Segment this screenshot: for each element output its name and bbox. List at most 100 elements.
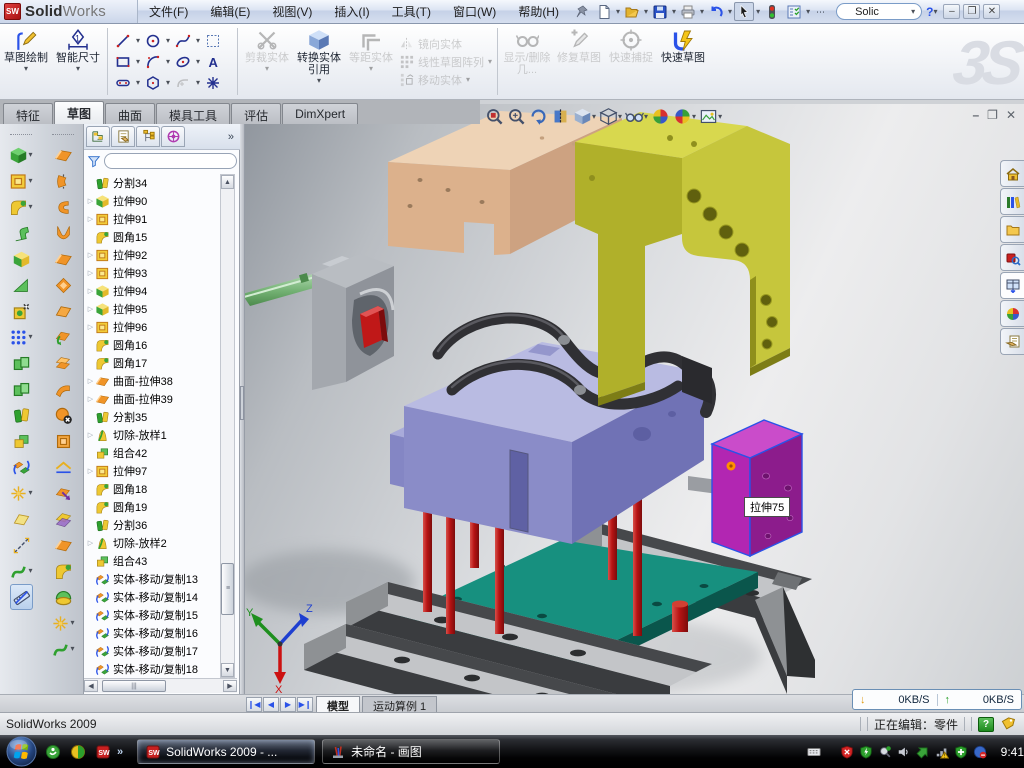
panel-chevron-icon[interactable]: » — [228, 131, 238, 143]
keyboard-tray-icon[interactable] — [807, 745, 821, 759]
wireless-warning-tray-icon[interactable]: ! — [935, 745, 949, 759]
print-button[interactable] — [678, 2, 698, 21]
planar-surface-button[interactable] — [54, 298, 73, 324]
view-palette-tab[interactable] — [1000, 272, 1024, 299]
expand-icon[interactable]: ▷ — [86, 539, 95, 547]
new-document-dropdown-icon[interactable]: ▾ — [616, 8, 620, 16]
dropdown-icon[interactable]: ▾ — [466, 76, 470, 84]
trim-button[interactable]: 剪裁实体▾ — [241, 24, 293, 99]
start-button[interactable] — [6, 736, 37, 767]
save-button[interactable] — [650, 2, 670, 21]
dropdown-icon[interactable]: ▾ — [24, 65, 28, 73]
polygon-dropdown-icon[interactable]: ▾ — [164, 73, 172, 93]
exploded-assembly-model[interactable]: Y Z X — [242, 104, 1024, 694]
spline-dropdown-icon[interactable]: ▾ — [194, 31, 202, 51]
expand-icon[interactable]: ▷ — [86, 467, 95, 475]
extruded-surface-button[interactable] — [54, 142, 73, 168]
graphics-area[interactable]: Y Z X ▾▾▾▾▾ – ❐ ✕ 拉伸75 — [242, 104, 1024, 694]
menu-h[interactable]: 帮助(H) — [507, 0, 570, 23]
section-view-button[interactable] — [551, 107, 570, 126]
search-dropdown-icon[interactable]: ▾ — [911, 8, 915, 16]
tree-item[interactable]: ▷切除-放样1 — [86, 426, 220, 444]
expand-icon[interactable]: ▷ — [86, 269, 95, 277]
expand-icon[interactable]: ▷ — [86, 305, 95, 313]
draft-button[interactable] — [12, 272, 31, 298]
menu-i[interactable]: 插入(I) — [323, 0, 380, 23]
tree-item[interactable]: ▷拉伸95 — [86, 300, 220, 318]
taskbar-button-paint[interactable]: 未命名 - 画图 — [322, 739, 500, 764]
design-library-tab[interactable] — [1000, 188, 1024, 215]
move-button[interactable]: 移动实体▾ — [399, 72, 492, 88]
splitter-handle[interactable] — [240, 386, 244, 420]
tree-item[interactable]: 实体-移动/复制18 — [86, 660, 220, 678]
line-dropdown-icon[interactable]: ▾ — [134, 31, 142, 51]
part-slide-unit[interactable] — [242, 254, 394, 390]
shell-button[interactable] — [12, 246, 31, 272]
menu-t[interactable]: 工具(T) — [381, 0, 442, 23]
new-document-button[interactable] — [594, 2, 614, 21]
app-restore-button[interactable]: ❐ — [963, 4, 980, 19]
tree-item[interactable]: 实体-移动/复制17 — [86, 642, 220, 660]
plane-button[interactable] — [12, 506, 31, 532]
security-green-tray-icon[interactable] — [859, 745, 873, 759]
instant3d-button[interactable] — [10, 584, 33, 610]
feature-manager-tab[interactable] — [86, 126, 110, 147]
design-checker-button[interactable] — [784, 2, 804, 21]
rebuild-button[interactable] — [762, 2, 782, 21]
tree-item[interactable]: ▷拉伸93 — [86, 264, 220, 282]
view-settings-dropdown-icon[interactable]: ▾ — [718, 113, 722, 121]
parting-line-button[interactable] — [54, 454, 73, 480]
launcher-quicklaunch-icon[interactable] — [70, 744, 86, 760]
tree-item[interactable]: 分割34 — [86, 174, 220, 192]
hide-show-items-button[interactable]: ▾ — [625, 107, 648, 126]
tree-item[interactable]: 实体-移动/复制14 — [86, 588, 220, 606]
open-document-button[interactable] — [622, 2, 642, 21]
file-explorer-tab[interactable] — [1000, 216, 1024, 243]
view-settings-button[interactable]: ▾ — [699, 107, 722, 126]
ellipse-dropdown-icon[interactable]: ▾ — [194, 52, 202, 72]
tree-item[interactable]: 圆角19 — [86, 498, 220, 516]
messenger-status-tray-icon[interactable] — [973, 745, 987, 759]
tab-特征[interactable]: 特征 — [3, 103, 53, 124]
expand-icon[interactable]: ▷ — [86, 215, 95, 223]
fillet-button[interactable]: ▾ — [9, 194, 32, 220]
mirror-bodies-button[interactable] — [12, 350, 31, 376]
draft-analysis-button[interactable] — [54, 480, 73, 506]
reference-geometry-dropdown-icon[interactable]: ▾ — [28, 489, 32, 497]
tree-vertical-scrollbar[interactable]: ▲ ≡ ▼ — [220, 174, 235, 678]
previous-sheet-button[interactable]: ◀ — [263, 697, 279, 712]
scroll-down-button[interactable]: ▼ — [221, 663, 234, 677]
undo-dropdown-icon[interactable]: ▾ — [728, 8, 732, 16]
scroll-left-button[interactable]: ◀ — [84, 680, 98, 692]
text-tool-button[interactable]: A — [203, 52, 223, 72]
tree-item[interactable]: ▷曲面-拉伸38 — [86, 372, 220, 390]
select-box-tool-button[interactable] — [203, 31, 223, 51]
display-style-dropdown-icon[interactable]: ▾ — [618, 113, 622, 121]
help-button[interactable]: ? — [926, 5, 933, 19]
extruded-boss-dropdown-icon[interactable]: ▾ — [28, 151, 32, 159]
rib-button[interactable] — [12, 220, 31, 246]
swept-surface-button[interactable] — [54, 194, 73, 220]
security-red-tray-icon[interactable] — [840, 745, 854, 759]
repair-button[interactable]: 修复草图 — [553, 24, 605, 99]
doc-tab-模型[interactable]: 模型 — [316, 696, 360, 712]
join-button[interactable] — [12, 428, 31, 454]
search-box[interactable]: ▾ — [836, 3, 922, 20]
panel-splitter[interactable] — [240, 124, 245, 694]
arc-tool-button[interactable] — [143, 52, 163, 72]
hole-wizard-button[interactable] — [12, 298, 31, 324]
menu-f[interactable]: 文件(F) — [138, 0, 199, 23]
tree-horizontal-scrollbar[interactable]: ◀ ||| ▶ — [84, 678, 237, 693]
tree-item[interactable]: 实体-移动/复制16 — [86, 624, 220, 642]
app-minimize-button[interactable]: – — [943, 4, 960, 19]
quick-tips-icon[interactable]: ? — [978, 717, 994, 732]
mirror-button[interactable]: 镜向实体 — [399, 36, 492, 52]
circle-dropdown-icon[interactable]: ▾ — [164, 31, 172, 51]
apply-scene-dropdown-icon[interactable]: ▾ — [692, 113, 696, 121]
line-tool-button[interactable] — [113, 31, 133, 51]
reference-geometry-dropdown-icon[interactable]: ▾ — [70, 619, 74, 627]
tree-item[interactable]: ▷切除-放样2 — [86, 534, 220, 552]
expand-icon[interactable]: ▷ — [86, 395, 95, 403]
tree-item[interactable]: 圆角16 — [86, 336, 220, 354]
tab-DimXpert[interactable]: DimXpert — [282, 103, 358, 124]
